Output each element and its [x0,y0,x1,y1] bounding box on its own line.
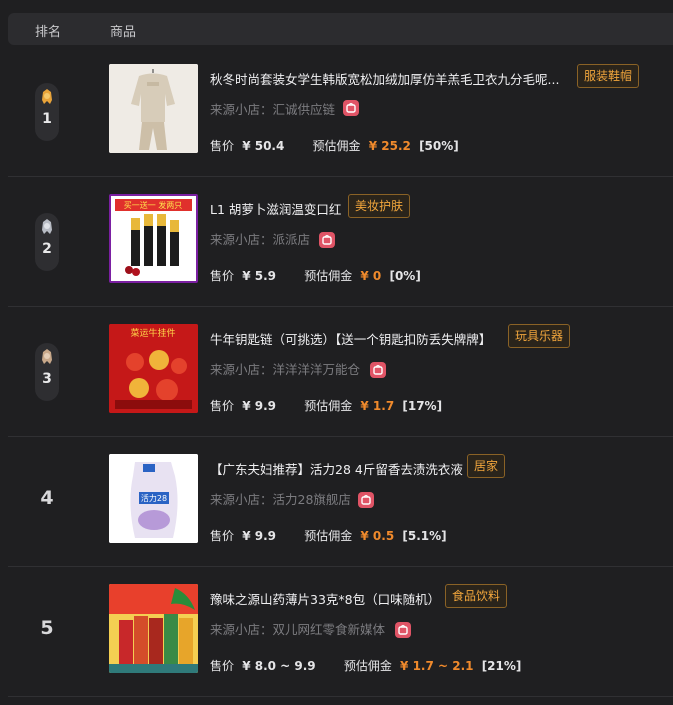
price-label: 售价 [210,139,235,153]
source-shop: 来源小店：汇诚供应链 [210,99,335,118]
product-image[interactable]: 活力28 [109,454,198,543]
source-shop: 来源小店：派派店 [210,229,310,248]
shop-bag-icon[interactable] [370,362,386,378]
product-title[interactable]: 秋冬时尚套装女学生韩版宽松加绒加厚仿羊羔毛卫衣九分毛呢... [210,69,559,88]
price-row: 售价 ¥ 9.9 预估佣金 ¥ 1.7 [17%] [210,397,442,414]
price-value: ¥ 9.9 [242,529,276,543]
commission-label: 预估佣金 [312,139,361,153]
rank-number: 4 [40,487,54,509]
commission-label: 预估佣金 [343,659,392,673]
source-shop: 来源小店：洋洋洋洋万能仓 [210,359,360,378]
product-title[interactable]: 牛年钥匙链（可挑选）【送一个钥匙扣防丢失牌牌】 [210,329,491,348]
commission-label: 预估佣金 [304,269,353,283]
shop-bag-icon[interactable] [343,100,359,116]
rank-number: 1 [42,111,52,127]
price-label: 售价 [210,399,235,413]
image-caption: 买一送一 发两只 [124,200,183,210]
shop-label: 来源小店： [210,102,273,117]
category-tag: 居家 [467,454,506,478]
product-image[interactable]: 买一送一 发两只 [109,194,198,283]
rank-column-header: 排名 [35,25,62,40]
price-row: 售价 ¥ 5.9 预估佣金 ¥ 0 [0%] [210,267,421,284]
gold-medal-icon [42,89,52,104]
product-column-header: 商品 [110,25,137,40]
product-title[interactable]: 豫味之源山药薄片33克*8包（口味随机） [210,589,440,608]
shop-bag-icon[interactable] [319,232,335,248]
category-tag: 玩具乐器 [508,324,571,348]
rank-badge: 3 [35,343,59,401]
silver-medal-icon [42,219,52,234]
row-divider [8,696,673,697]
price-value: ¥ 9.9 [242,399,276,413]
commission-rate: [5.1%] [402,529,447,543]
commission-value: ¥ 0 [360,269,382,283]
commission-value: ¥ 1.7 ~ 2.1 [400,659,474,673]
rank-badge: 2 [35,213,59,271]
table-row[interactable]: 2 买一送一 发两只 L1 胡萝卜滋润温变口红 美妆护肤 来源小店：派派店 售价… [0,177,673,307]
price-row: 售价 ¥ 8.0 ~ 9.9 预估佣金 ¥ 1.7 ~ 2.1 [21%] [210,657,521,674]
table-row[interactable]: 4 活力28 【广东夫妇推荐】活力28 4斤留香去渍洗衣液 居家 来源小店：活力… [0,437,673,567]
image-caption: 活力28 [141,493,167,503]
source-shop: 来源小店：双儿网红零食新媒体 [210,619,385,638]
price-label: 售价 [210,269,235,283]
shop-name: 洋洋洋洋万能仓 [272,362,361,377]
shop-name: 双儿网红零食新媒体 [272,622,386,637]
category-tag: 服装鞋帽 [577,64,640,88]
commission-value: ¥ 25.2 [368,139,411,153]
rank-badge: 1 [35,83,59,141]
commission-rate: [0%] [389,269,421,283]
price-row: 售价 ¥ 9.9 预估佣金 ¥ 0.5 [5.1%] [210,527,447,544]
shop-name: 汇诚供应链 [272,102,336,117]
price-value: ¥ 50.4 [242,139,285,153]
product-image[interactable] [109,64,198,153]
commission-label: 预估佣金 [304,529,353,543]
rank-number: 2 [42,241,52,257]
rank-number: 5 [40,617,54,639]
image-caption: 菜运牛挂件 [130,327,175,339]
table-row[interactable]: 1 秋冬时尚套装女学生韩版宽松加绒加厚仿羊羔毛卫衣九分毛呢... 服装鞋帽 来源… [0,47,673,177]
table-row[interactable]: 5 豫味之源山药薄片33克*8包（口味随机） 食品饮料 来源小店：双儿网红零食新… [0,567,673,697]
product-image[interactable]: 菜运牛挂件 [109,324,198,413]
price-value: ¥ 8.0 ~ 9.9 [242,659,316,673]
table-row[interactable]: 3 菜运牛挂件 牛年钥匙链（可挑选）【送一个钥匙扣防丢失牌牌】 玩具乐器 来源小… [0,307,673,437]
product-image[interactable] [109,584,198,673]
commission-label: 预估佣金 [304,399,353,413]
shop-bag-icon[interactable] [358,492,374,508]
price-row: 售价 ¥ 50.4 预估佣金 ¥ 25.2 [50%] [210,137,459,154]
bronze-medal-icon [42,349,52,364]
shop-bag-icon[interactable] [395,622,411,638]
source-shop: 来源小店：活力28旗舰店 [210,489,351,508]
shop-label: 来源小店： [210,492,273,507]
price-label: 售价 [210,659,235,673]
shop-name: 活力28旗舰店 [272,492,351,507]
shop-name: 派派店 [272,232,311,247]
commission-rate: [50%] [419,139,459,153]
price-value: ¥ 5.9 [242,269,276,283]
product-title[interactable]: 【广东夫妇推荐】活力28 4斤留香去渍洗衣液 [210,459,463,478]
rank-number: 3 [42,371,52,387]
commission-value: ¥ 1.7 [360,399,395,413]
shop-label: 来源小店： [210,362,273,377]
price-label: 售价 [210,529,235,543]
commission-value: ¥ 0.5 [360,529,395,543]
shop-label: 来源小店： [210,232,273,247]
category-tag: 食品饮料 [445,584,508,608]
table-header: 排名 商品 [8,13,673,45]
commission-rate: [17%] [402,399,443,413]
commission-rate: [21%] [481,659,522,673]
product-title[interactable]: L1 胡萝卜滋润温变口红 [210,199,341,218]
shop-label: 来源小店： [210,622,273,637]
category-tag: 美妆护肤 [348,194,411,218]
